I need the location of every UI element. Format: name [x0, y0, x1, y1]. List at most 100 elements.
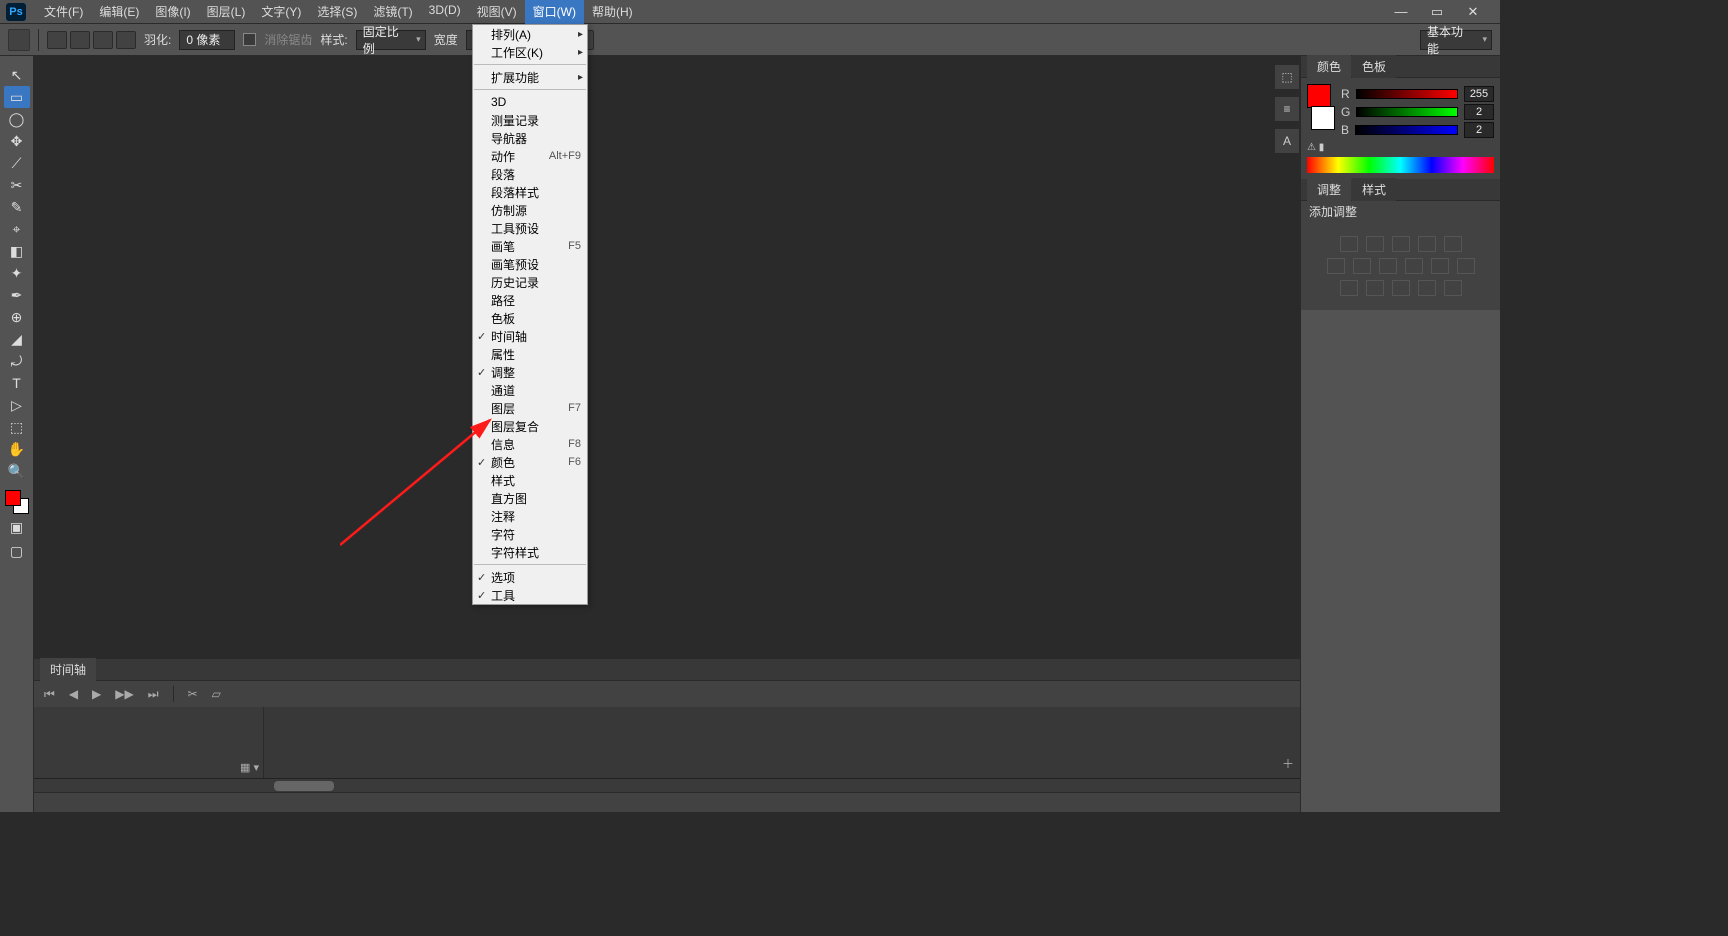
collapsed-panel-icon[interactable]: ≡: [1274, 96, 1300, 122]
tool-6[interactable]: ✎: [4, 196, 30, 218]
adj-threshold-icon[interactable]: [1392, 280, 1410, 296]
menu-item-图层[interactable]: 图层F7: [473, 399, 587, 417]
menu-item-色板[interactable]: 色板: [473, 309, 587, 327]
tool-7[interactable]: ⌖: [4, 218, 30, 240]
tool-15[interactable]: ▷: [4, 394, 30, 416]
maximize-button[interactable]: ▭: [1426, 4, 1448, 20]
tab-swatches[interactable]: 色板: [1352, 55, 1396, 78]
menu-item-属性[interactable]: 属性: [473, 345, 587, 363]
tab-color[interactable]: 颜色: [1307, 55, 1351, 78]
tool-11[interactable]: ⊕: [4, 306, 30, 328]
adj-colorbalance-icon[interactable]: [1353, 258, 1371, 274]
style-dropdown[interactable]: 固定比例: [356, 30, 426, 50]
tool-9[interactable]: ✦: [4, 262, 30, 284]
feather-input[interactable]: 0 像素: [179, 30, 235, 50]
adj-curves-icon[interactable]: [1392, 236, 1410, 252]
collapsed-panel-icon[interactable]: ⬚: [1274, 64, 1300, 90]
color-swatches[interactable]: [5, 490, 29, 514]
workspace-dropdown[interactable]: 基本功能: [1420, 30, 1492, 50]
menu-item-信息[interactable]: 信息F8: [473, 435, 587, 453]
menu-item-段落[interactable]: 段落: [473, 165, 587, 183]
menu-item-注释[interactable]: 注释: [473, 507, 587, 525]
adj-bw-icon[interactable]: [1379, 258, 1397, 274]
menu-item-颜色[interactable]: 颜色F6: [473, 453, 587, 471]
menu-item-测量记录[interactable]: 测量记录: [473, 111, 587, 129]
tool-14[interactable]: T: [4, 372, 30, 394]
menu-item-仿制源[interactable]: 仿制源: [473, 201, 587, 219]
tool-preset-icon[interactable]: [8, 29, 30, 51]
menu-item-7[interactable]: 3D(D): [421, 0, 469, 24]
menu-item-3D[interactable]: 3D: [473, 93, 587, 111]
selection-mode-intersect[interactable]: [116, 31, 136, 49]
menu-item-导航器[interactable]: 导航器: [473, 129, 587, 147]
tl-play-icon[interactable]: ▶: [92, 687, 101, 701]
r-slider[interactable]: [1356, 89, 1458, 99]
color-bg-swatch[interactable]: [1311, 106, 1335, 130]
menu-item-3[interactable]: 图层(L): [199, 0, 254, 24]
menu-item-扩展功能[interactable]: 扩展功能: [473, 68, 587, 86]
selection-mode-add[interactable]: [70, 31, 90, 49]
tool-2[interactable]: ◯: [4, 108, 30, 130]
menu-item-字符样式[interactable]: 字符样式: [473, 543, 587, 561]
close-button[interactable]: ✕: [1462, 4, 1484, 20]
menu-item-5[interactable]: 选择(S): [309, 0, 365, 24]
spectrum-bar[interactable]: [1307, 157, 1494, 173]
adj-gradientmap-icon[interactable]: [1418, 280, 1436, 296]
menu-item-画笔[interactable]: 画笔F5: [473, 237, 587, 255]
antialias-checkbox[interactable]: [243, 33, 256, 46]
timeline-track-area[interactable]: ＋: [264, 707, 1300, 778]
tab-styles[interactable]: 样式: [1352, 178, 1396, 201]
menu-item-4[interactable]: 文字(Y): [253, 0, 309, 24]
tool-18[interactable]: 🔍: [4, 460, 30, 482]
tl-menu-icon[interactable]: ▦ ▾: [240, 761, 259, 774]
menu-item-排列(A)[interactable]: 排列(A): [473, 25, 587, 43]
adj-invert-icon[interactable]: [1340, 280, 1358, 296]
minimize-button[interactable]: —: [1390, 4, 1412, 20]
menu-item-1[interactable]: 编辑(E): [91, 0, 147, 24]
b-slider[interactable]: [1355, 125, 1458, 135]
g-value[interactable]: 2: [1464, 104, 1494, 120]
adj-levels-icon[interactable]: [1366, 236, 1384, 252]
screenmode-icon[interactable]: ▢: [4, 540, 30, 562]
menu-item-2[interactable]: 图像(I): [147, 0, 198, 24]
g-slider[interactable]: [1356, 107, 1458, 117]
adj-brightness-icon[interactable]: [1340, 236, 1358, 252]
menu-item-历史记录[interactable]: 历史记录: [473, 273, 587, 291]
tool-17[interactable]: ✋: [4, 438, 30, 460]
collapsed-panel-icon[interactable]: A: [1274, 128, 1300, 154]
menu-item-9[interactable]: 窗口(W): [525, 0, 584, 24]
tab-timeline[interactable]: 时间轴: [40, 658, 96, 681]
tl-last-icon[interactable]: ⏭: [148, 687, 159, 702]
menu-item-图层复合[interactable]: 图层复合: [473, 417, 587, 435]
tab-adjustments[interactable]: 调整: [1307, 178, 1351, 201]
menu-item-样式[interactable]: 样式: [473, 471, 587, 489]
adj-colorlookup-icon[interactable]: [1457, 258, 1475, 274]
menu-item-0[interactable]: 文件(F): [36, 0, 91, 24]
menu-item-直方图[interactable]: 直方图: [473, 489, 587, 507]
b-value[interactable]: 2: [1464, 122, 1494, 138]
menu-item-字符[interactable]: 字符: [473, 525, 587, 543]
tool-0[interactable]: ↖: [4, 64, 30, 86]
menu-item-8[interactable]: 视图(V): [469, 0, 525, 24]
selection-mode-subtract[interactable]: [93, 31, 113, 49]
tool-4[interactable]: ⟋: [4, 152, 30, 174]
color-fg-swatch[interactable]: [1307, 84, 1331, 108]
menu-item-工具预设[interactable]: 工具预设: [473, 219, 587, 237]
adj-photofilter-icon[interactable]: [1405, 258, 1423, 274]
quickmask-icon[interactable]: ▣: [4, 516, 30, 538]
tool-10[interactable]: ✒: [4, 284, 30, 306]
menu-item-路径[interactable]: 路径: [473, 291, 587, 309]
tool-8[interactable]: ◧: [4, 240, 30, 262]
menu-item-选项[interactable]: 选项: [473, 568, 587, 586]
menu-item-调整[interactable]: 调整: [473, 363, 587, 381]
tl-transition-icon[interactable]: ▱: [212, 687, 221, 701]
adj-exposure-icon[interactable]: [1418, 236, 1436, 252]
tool-16[interactable]: ⬚: [4, 416, 30, 438]
adj-vibrance-icon[interactable]: [1444, 236, 1462, 252]
menu-item-时间轴[interactable]: 时间轴: [473, 327, 587, 345]
selection-mode-new[interactable]: [47, 31, 67, 49]
tool-1[interactable]: ▭: [4, 86, 30, 108]
tl-cut-icon[interactable]: ✂: [188, 687, 198, 701]
adj-selectivecolor-icon[interactable]: [1444, 280, 1462, 296]
tool-3[interactable]: ✥: [4, 130, 30, 152]
